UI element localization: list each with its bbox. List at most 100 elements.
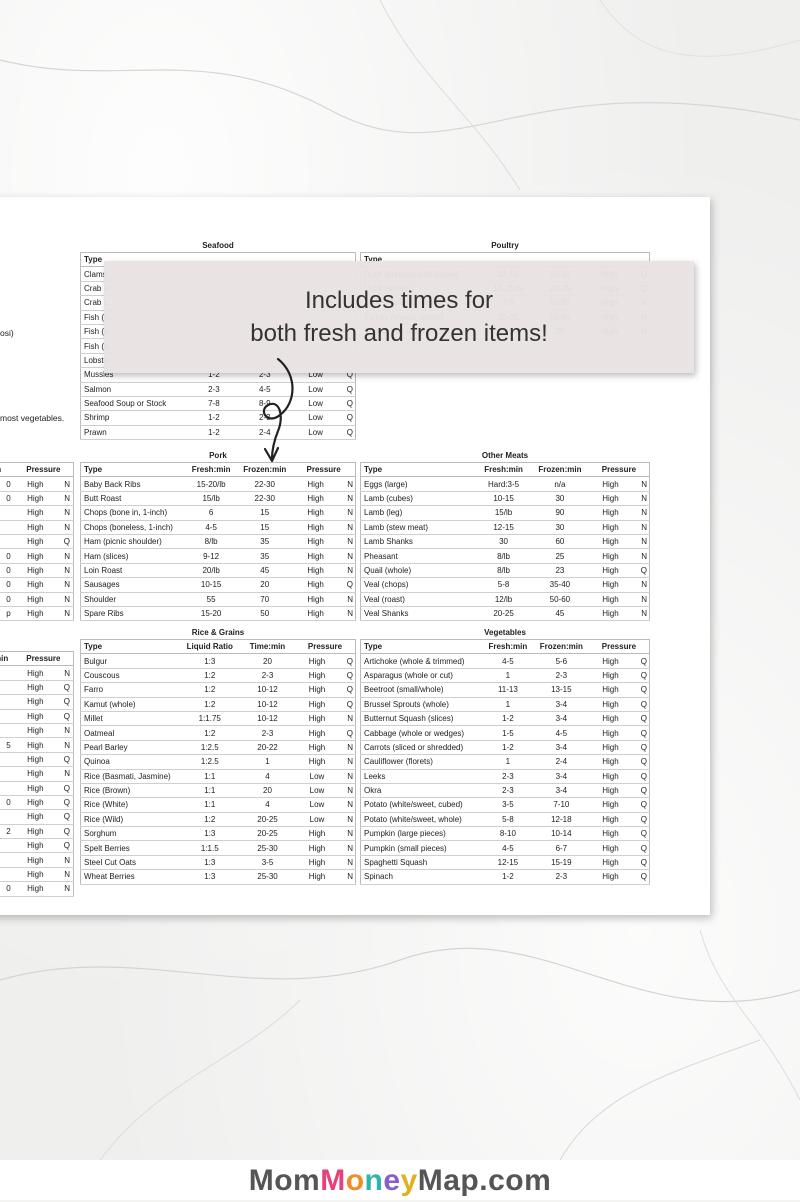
column-header: in [0, 462, 14, 478]
table-cell: 35 [237, 534, 293, 550]
table-cell: N [632, 548, 650, 564]
table-cell: Q [56, 781, 74, 796]
table-cell: 15-19 [533, 855, 589, 871]
left-table-bottom: minPressureHighNHighQHighQHighQHighN5Hig… [0, 651, 74, 897]
table-cell: Low [295, 769, 339, 784]
table-cell: Low [295, 783, 339, 799]
table-cell: 15 [237, 520, 293, 535]
table-cell: 3-4 [533, 740, 589, 756]
table-cell: N [339, 812, 356, 828]
table-row: High Q [0, 781, 74, 796]
cut-text-osi: osi) [0, 328, 14, 338]
footer-money-letter: o [345, 1164, 365, 1197]
footer-map: Map.com [417, 1164, 552, 1197]
table-cell: Veal (roast) [360, 592, 477, 607]
table-header-row: Type Fresh:min Frozen:min Pressure [360, 462, 650, 478]
table-cell: Q [632, 797, 650, 813]
other-meats-section: Other Meats Type Fresh:min Frozen:min Press… [360, 450, 650, 622]
table-cell: Rice (Basmati, Jasmine) [80, 769, 180, 784]
table-row: Rice (Wild) 1:2 20-25 Low N [80, 812, 356, 828]
table-cell: 1-2 [481, 711, 534, 727]
table-cell: N [56, 606, 74, 622]
table-cell: High [292, 563, 339, 579]
table-row: Potato (white/sweet, cubed) 3-5 7-10 High Q [360, 797, 650, 813]
table-cell: High [13, 809, 57, 825]
table-row: 0 High N [0, 881, 74, 897]
table-cell: 20-25 [240, 812, 295, 828]
table-cell: High [588, 606, 633, 622]
table-cell: High [13, 752, 57, 768]
table-row: Oatmeal 1:2 2-3 High Q [80, 725, 356, 741]
column-header: Pressure [588, 462, 650, 478]
footer-money: Money [320, 1164, 418, 1197]
table-cell [0, 838, 14, 854]
table-cell: 10-15 [185, 577, 238, 593]
table-row: Potato (white/sweet, whole) 5-8 12-18 High Q [360, 812, 650, 828]
table-cell: 15 [237, 505, 293, 521]
table-cell: High [13, 665, 57, 681]
table-cell: High [588, 577, 633, 593]
table-row: High Q [0, 534, 74, 550]
table-cell: 1:1 [179, 783, 240, 799]
table-cell: 0 [0, 491, 14, 507]
table-cell: Sausages [80, 577, 185, 593]
table-cell: 20-22 [240, 740, 295, 756]
table-cell: N [339, 491, 356, 507]
table-cell: High [588, 505, 633, 521]
column-header: Pressure [13, 462, 74, 478]
table-row: Brussel Sprouts (whole) 1 3-4 High Q [360, 697, 650, 712]
table-cell: Q [56, 838, 74, 854]
table-cell: 3-4 [533, 697, 589, 712]
table-cell: Q [339, 577, 356, 593]
table-cell [0, 534, 14, 550]
table-cell: 8/lb [185, 534, 238, 550]
table-cell: 1:1 [179, 797, 240, 813]
table-row: High Q [0, 694, 74, 710]
table-cell: Kamut (whole) [80, 697, 180, 712]
table-cell: Lamb (leg) [360, 505, 477, 521]
table-cell: High [295, 840, 339, 856]
table-cell: High [13, 766, 57, 782]
table-cell: 12/lb [476, 592, 531, 607]
table-cell: 0 [0, 592, 14, 607]
table-header-row: minPressure [0, 651, 74, 667]
table-row: High N [0, 520, 74, 535]
table-row: 0 High N [0, 563, 74, 579]
table-cell: Q [339, 653, 356, 669]
table-cell: 1:1.75 [179, 711, 240, 727]
table-row: Chops (bone in, 1-inch) 6 15 High N [80, 505, 356, 521]
table-cell: N [339, 826, 356, 842]
table-cell: High [588, 725, 633, 741]
table-cell: Veal Shanks [360, 606, 477, 622]
table-cell: N [339, 505, 356, 521]
table-cell: 20-25 [476, 606, 531, 622]
table-cell [0, 781, 14, 796]
table-cell: Q [339, 410, 356, 426]
table-cell: High [13, 852, 57, 868]
table-row: Butt Roast 15/lb 22-30 High N [80, 491, 356, 507]
table-row: 0 High Q [0, 795, 74, 811]
table-cell: High [588, 476, 633, 492]
table-cell: Q [56, 534, 74, 550]
table-cell: N [632, 520, 650, 535]
table-cell: Q [632, 711, 650, 727]
table-cell: High [13, 577, 57, 593]
table-cell: Q [56, 680, 74, 696]
table-row: Spaghetti Squash 12-15 15-19 High Q [360, 855, 650, 871]
table-cell: N [632, 491, 650, 507]
table-cell: 25-30 [240, 840, 295, 856]
table-cell: Q [632, 869, 650, 885]
table-cell: 10-12 [240, 682, 295, 698]
column-header: Frozen:min [533, 639, 589, 655]
table-cell: 1-2 [481, 869, 534, 885]
table-cell: 5-8 [476, 577, 531, 593]
table-cell: High [588, 869, 633, 885]
table-row: High Q [0, 838, 74, 854]
table-row: Millet 1:1.75 10-12 High N [80, 711, 356, 727]
table-cell: 1:1 [179, 769, 240, 784]
table-cell: 5 [0, 737, 14, 753]
table-cell: N [56, 520, 74, 535]
table-row: Leeks 2-3 3-4 High Q [360, 769, 650, 784]
table-row: Cabbage (whole or wedges) 1-5 4-5 High Q [360, 725, 650, 741]
table-cell: High [292, 592, 339, 607]
